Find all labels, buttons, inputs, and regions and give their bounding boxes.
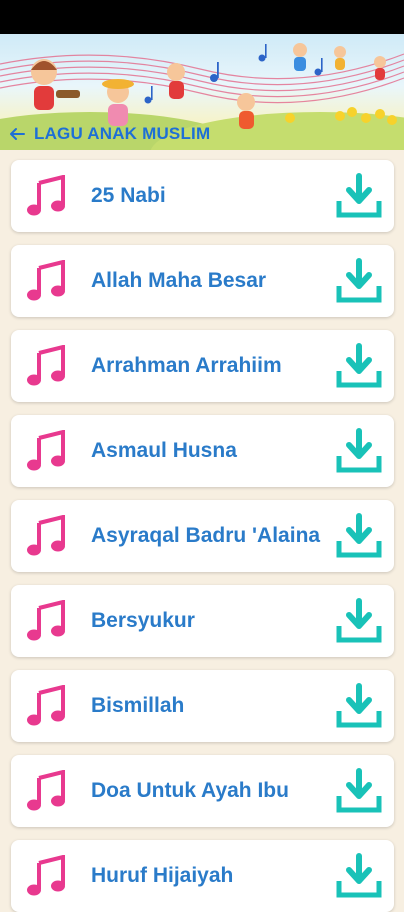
music-note-icon	[25, 514, 69, 558]
song-title: Doa Untuk Ayah Ibu	[91, 779, 289, 802]
download-icon[interactable]	[336, 683, 382, 729]
arrow-left-icon[interactable]	[6, 123, 28, 145]
song-item[interactable]: Bismillah	[11, 670, 394, 742]
song-item[interactable]: Doa Untuk Ayah Ibu	[11, 755, 394, 827]
music-note-icon	[25, 854, 69, 898]
music-note-icon	[25, 174, 69, 218]
song-item[interactable]: Bersyukur	[11, 585, 394, 657]
download-icon[interactable]	[336, 768, 382, 814]
page-title: LAGU ANAK MUSLIM	[34, 124, 211, 143]
song-item[interactable]: Huruf Hijaiyah	[11, 840, 394, 912]
download-icon[interactable]	[336, 513, 382, 559]
music-note-icon	[25, 429, 69, 473]
song-title: Arrahman Arrahiim	[91, 354, 282, 377]
music-note-icon	[25, 599, 69, 643]
music-note-icon	[25, 684, 69, 728]
song-title: Asmaul Husna	[91, 439, 237, 462]
download-icon[interactable]	[336, 428, 382, 474]
download-icon[interactable]	[336, 598, 382, 644]
song-item[interactable]: 25 Nabi	[11, 160, 394, 232]
song-title: 25 Nabi	[91, 184, 166, 207]
music-note-icon	[25, 769, 69, 813]
song-title: Huruf Hijaiyah	[91, 864, 234, 887]
download-icon[interactable]	[336, 853, 382, 899]
song-title: Bersyukur	[91, 609, 195, 632]
song-item[interactable]: Allah Maha Besar	[11, 245, 394, 317]
download-icon[interactable]	[336, 258, 382, 304]
download-icon[interactable]	[336, 343, 382, 389]
song-title: Allah Maha Besar	[91, 269, 267, 292]
song-title: Bismillah	[91, 694, 185, 717]
title-bar: LAGU ANAK MUSLIM	[0, 118, 404, 150]
music-note-icon	[25, 259, 69, 303]
download-icon[interactable]	[336, 173, 382, 219]
song-item[interactable]: Asmaul Husna	[11, 415, 394, 487]
song-item[interactable]: Asyraqal Badru 'Alaina	[11, 500, 394, 572]
song-title: Asyraqal Badru 'Alaina	[91, 524, 321, 547]
status-bar	[0, 0, 404, 34]
song-item[interactable]: Arrahman Arrahiim	[11, 330, 394, 402]
music-note-icon	[25, 344, 69, 388]
